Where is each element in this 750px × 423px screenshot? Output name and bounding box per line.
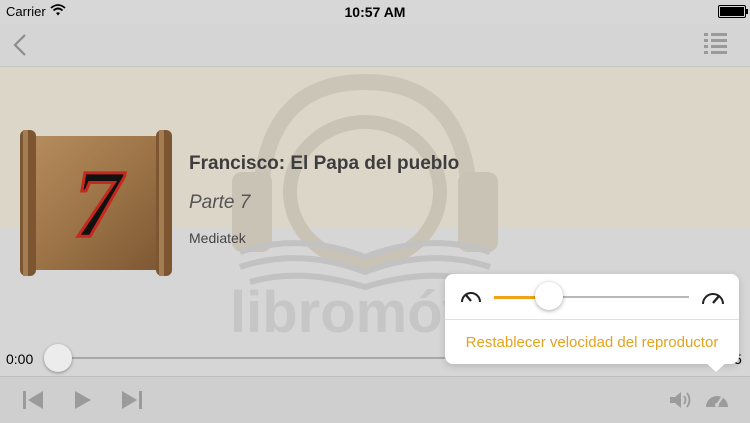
cover-number: 7 [74, 150, 126, 257]
speed-slider-track[interactable] [548, 296, 689, 298]
speed-popover: Restablecer velocidad del reproductor [445, 274, 739, 372]
battery-icon [718, 5, 748, 18]
progress-thumb[interactable] [44, 344, 72, 372]
book-part: Parte 7 [189, 192, 251, 213]
player-toolbar [0, 376, 750, 423]
status-bar: Carrier 10:57 AM [0, 0, 750, 24]
book-cover-image: 7 [20, 130, 172, 276]
book-title: Francisco: El Papa del pueblo [189, 153, 460, 174]
reset-speed-button[interactable]: Restablecer velocidad del reproductor [445, 334, 739, 351]
fast-speed-gauge-icon [702, 293, 724, 305]
slow-speed-gauge-icon [461, 292, 481, 303]
popover-divider [445, 319, 739, 320]
speedometer-icon[interactable] [704, 388, 730, 410]
clock: 10:57 AM [344, 4, 406, 20]
volume-icon[interactable] [669, 390, 695, 410]
back-chevron-icon[interactable] [10, 32, 30, 58]
next-icon[interactable] [121, 390, 143, 410]
play-icon[interactable] [73, 390, 93, 410]
elapsed-time: 0:00 [6, 351, 34, 367]
previous-icon[interactable] [22, 390, 44, 410]
navigation-bar [0, 24, 750, 67]
chapter-list-icon[interactable] [704, 32, 728, 56]
popover-arrow [705, 362, 727, 372]
book-publisher: Mediatek [189, 230, 246, 246]
speed-slider-thumb[interactable] [534, 282, 563, 310]
